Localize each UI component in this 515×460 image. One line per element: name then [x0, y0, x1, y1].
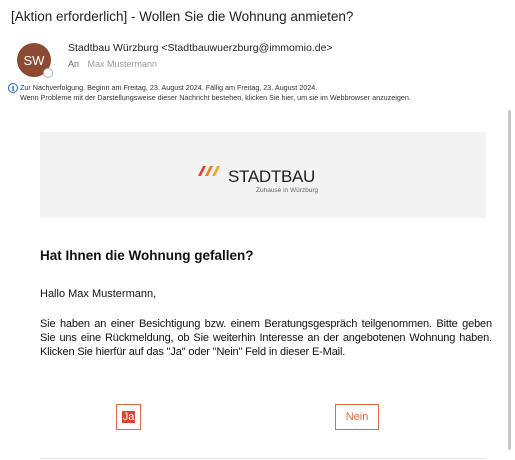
logo-text: STADTBAU — [228, 167, 316, 186]
logo-tagline: Zuhause in Würzburg — [256, 187, 319, 194]
greeting: Hallo Max Mustermann, — [40, 288, 157, 300]
followup-info: Zur Nachverfolgung. Beginn am Freitag, 2… — [20, 83, 318, 92]
yes-button[interactable]: Ja — [116, 404, 141, 430]
divider — [40, 458, 486, 459]
view-in-browser-notice[interactable]: Wenn Probleme mit der Darstellungsweise … — [20, 93, 411, 102]
presence-icon — [43, 68, 53, 78]
sender-address[interactable]: Stadtbau Würzburg <Stadtbauwuerzburg@imm… — [68, 42, 333, 54]
avatar-initials: SW — [23, 52, 45, 68]
to-label: An — [68, 59, 80, 69]
recipient-name[interactable]: Max Mustermann — [88, 59, 158, 69]
info-icon: i — [8, 83, 18, 93]
logo-stripes-icon — [198, 166, 220, 176]
no-button[interactable]: Nein — [335, 404, 379, 430]
yes-label: Ja — [121, 411, 136, 423]
scrollbar[interactable] — [508, 110, 511, 450]
recipient-line: An Max Mustermann — [68, 59, 157, 69]
email-body: STADTBAU Zuhause in Würzburg Hat Ihnen d… — [30, 112, 506, 460]
no-label: Nein — [345, 411, 369, 423]
logo-banner: STADTBAU Zuhause in Würzburg — [40, 132, 486, 218]
email-subject: [Aktion erforderlich] - Wollen Sie die W… — [11, 9, 354, 24]
email-heading: Hat Ihnen die Wohnung gefallen? — [40, 248, 254, 263]
avatar[interactable]: SW — [17, 43, 53, 78]
email-paragraph: Sie haben an einer Besichtigung bzw. ein… — [40, 318, 492, 358]
